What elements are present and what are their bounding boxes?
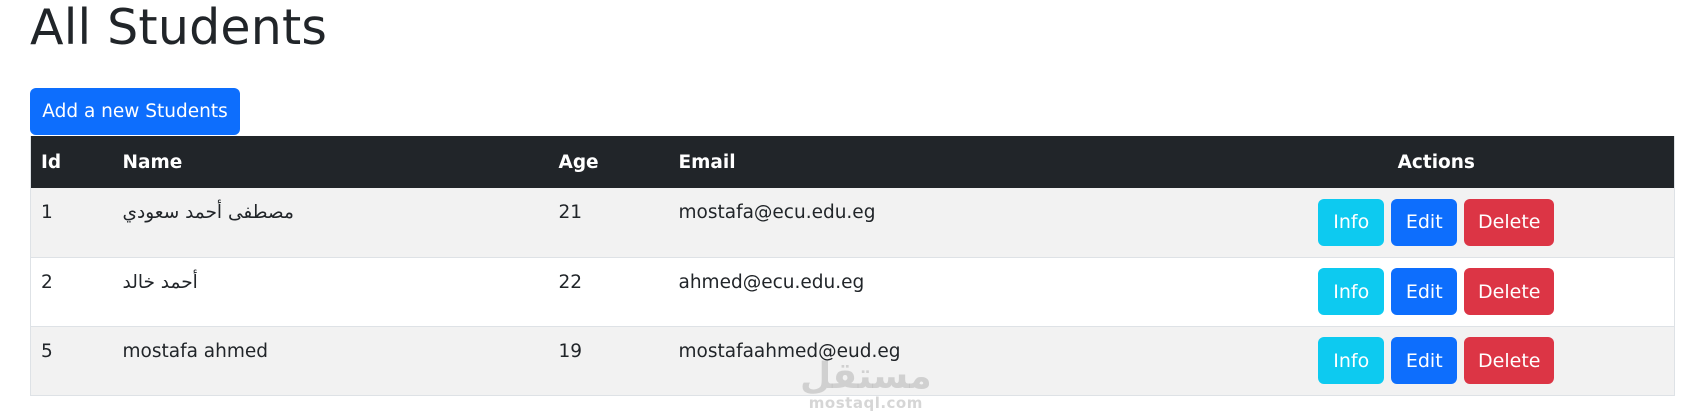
cell-id: 1 bbox=[41, 202, 53, 223]
table-header-row: Id Name Age Email Actions bbox=[30, 136, 1675, 188]
page-container: All Students Add a new Students Id Name … bbox=[30, 0, 1675, 396]
cell-name: mostafa ahmed bbox=[122, 340, 269, 362]
cell-email: mostafaahmed@eud.eg bbox=[678, 340, 901, 362]
header-actions: Actions bbox=[1397, 151, 1475, 173]
cell-email: mostafa@ecu.edu.eg bbox=[678, 202, 876, 223]
cell-id: 2 bbox=[41, 271, 53, 293]
edit-button[interactable]: Edit bbox=[1391, 268, 1458, 315]
add-student-button[interactable]: Add a new Students bbox=[30, 88, 240, 135]
cell-age: 22 bbox=[558, 271, 583, 293]
edit-button[interactable]: Edit bbox=[1391, 337, 1458, 384]
cell-name: أحمد خالد bbox=[122, 271, 198, 293]
cell-name: مصطفى أحمد سعودي bbox=[122, 202, 294, 223]
info-button[interactable]: Info bbox=[1318, 337, 1385, 384]
delete-button[interactable]: Delete bbox=[1464, 337, 1555, 384]
info-button[interactable]: Info bbox=[1318, 268, 1385, 315]
cell-actions: Info Edit Delete bbox=[1199, 188, 1675, 257]
row-actions: Info Edit Delete bbox=[1318, 268, 1555, 315]
cell-email: ahmed@ecu.edu.eg bbox=[678, 271, 865, 293]
row-actions: Info Edit Delete bbox=[1318, 198, 1555, 246]
header-id: Id bbox=[41, 151, 62, 173]
table-row: 2 أحمد خالد 22 ahmed@ecu.edu.eg Info Edi… bbox=[30, 257, 1675, 326]
table-header: Id Name Age Email Actions bbox=[30, 136, 1675, 188]
cell-actions: Info Edit Delete bbox=[1199, 257, 1675, 326]
header-name: Name bbox=[122, 151, 183, 173]
header-email: Email bbox=[678, 151, 736, 173]
edit-button[interactable]: Edit bbox=[1391, 198, 1458, 246]
table-row: 1 مصطفى أحمد سعودي 21 mostafa@ecu.edu.eg… bbox=[30, 188, 1675, 257]
delete-button[interactable]: Delete bbox=[1464, 268, 1555, 315]
delete-button[interactable]: Delete bbox=[1464, 198, 1555, 246]
page-title: All Students bbox=[30, 0, 328, 56]
row-actions: Info Edit Delete bbox=[1318, 337, 1555, 384]
header-age: Age bbox=[558, 151, 599, 173]
watermark-logo: مستقل mostaql.com bbox=[800, 356, 932, 412]
cell-age: 19 bbox=[558, 340, 583, 362]
cell-id: 5 bbox=[41, 340, 53, 362]
cell-actions: Info Edit Delete bbox=[1199, 326, 1675, 395]
watermark-latin: mostaql.com bbox=[808, 394, 923, 412]
info-button[interactable]: Info bbox=[1318, 198, 1385, 246]
watermark-arabic: مستقل bbox=[800, 356, 932, 397]
cell-age: 21 bbox=[558, 202, 583, 223]
